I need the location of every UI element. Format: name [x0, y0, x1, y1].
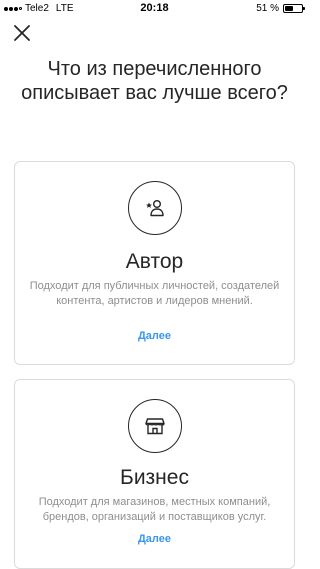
battery-icon — [283, 4, 305, 13]
battery-fill — [285, 6, 294, 11]
page-question: Что из перечисленного описывает вас лучш… — [21, 58, 288, 104]
business-next-link[interactable]: Далее — [15, 533, 294, 545]
creator-icon-circle — [127, 181, 182, 235]
business-card[interactable]: Бизнес Подходит для магазинов, местных к… — [14, 379, 295, 569]
close-icon — [14, 25, 30, 41]
creator-title: Автор — [125, 250, 184, 273]
creator-next-link[interactable]: Далее — [15, 330, 294, 342]
business-title: Бизнес — [120, 466, 189, 489]
status-right: 51 % — [256, 3, 305, 14]
business-icon-circle — [127, 399, 182, 453]
creator-card[interactable]: Автор Подходит для публичных личностей, … — [14, 161, 295, 365]
battery-percent: 51 % — [256, 3, 279, 14]
status-bar: Tele2 LTE 20:18 51 % — [0, 0, 309, 18]
business-description: Подходит для магазинов, местных компаний… — [38, 496, 271, 523]
close-button[interactable] — [11, 22, 33, 44]
person-star-icon — [145, 199, 164, 217]
creator-description: Подходит для публичных личностей, создат… — [29, 280, 280, 307]
storefront-icon — [144, 418, 165, 435]
